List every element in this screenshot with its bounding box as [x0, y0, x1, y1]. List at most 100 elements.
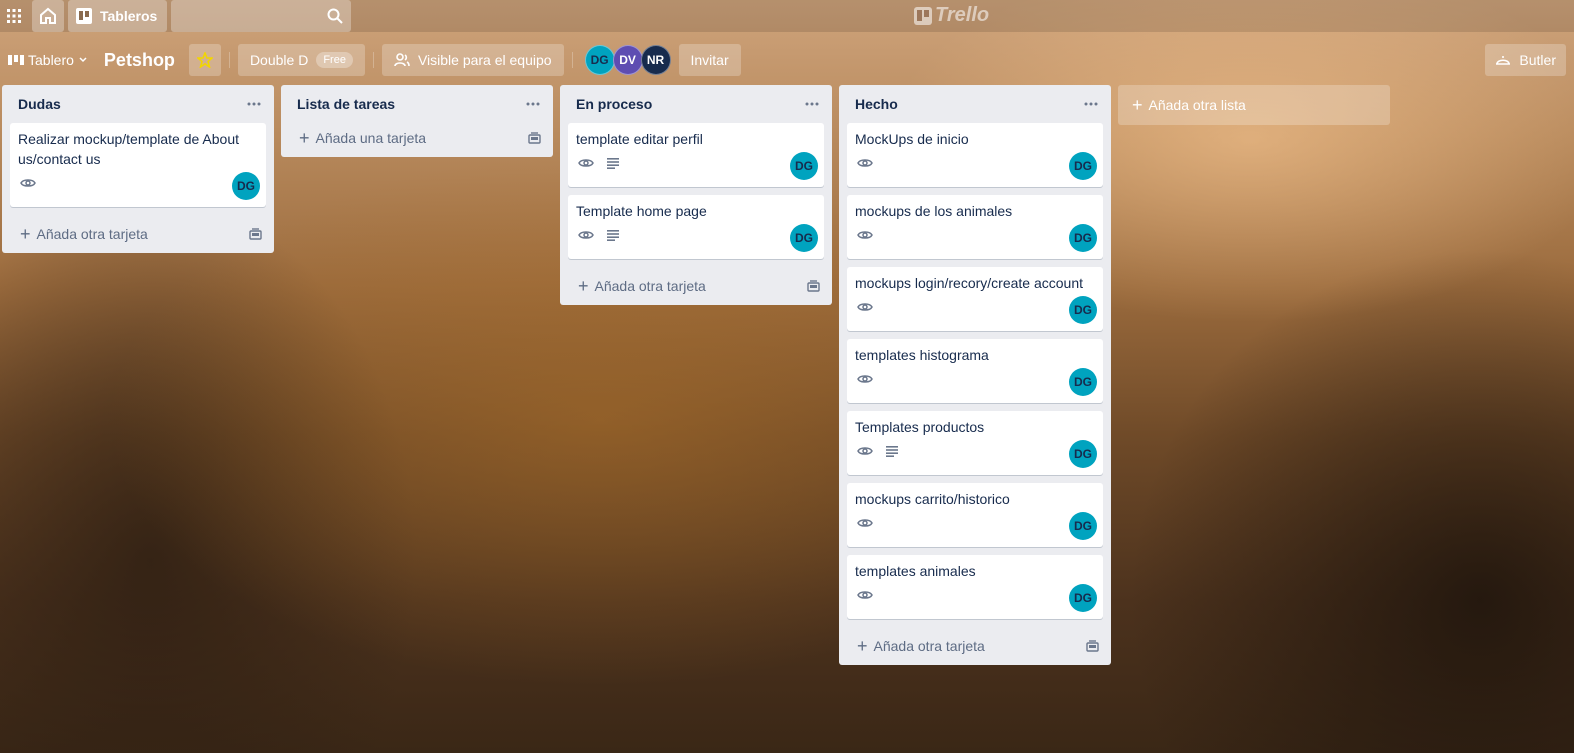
card[interactable]: mockups carrito/historico DG — [847, 483, 1103, 547]
avatar[interactable]: DG — [1069, 512, 1097, 540]
eye-icon — [857, 375, 873, 383]
avatar[interactable]: DG — [1069, 152, 1097, 180]
card-title: templates animales — [855, 563, 976, 579]
card-title: mockups de los animales — [855, 203, 1013, 219]
description-icon — [886, 446, 898, 457]
eye-icon — [578, 231, 594, 239]
search-input[interactable] — [171, 0, 352, 32]
eye-icon — [578, 159, 594, 167]
card-badges — [18, 171, 258, 195]
eye-icon — [857, 447, 873, 455]
visibility-button[interactable]: Visible para el equipo — [381, 44, 564, 76]
list-dudas: Dudas Realizar mockup/template de About … — [2, 85, 274, 253]
template-icon[interactable] — [528, 132, 541, 144]
ellipsis-icon[interactable] — [800, 92, 824, 116]
card-badges — [855, 151, 1095, 175]
team-name: Double D — [249, 52, 309, 68]
search-icon[interactable] — [327, 8, 344, 24]
eye-icon — [20, 179, 36, 187]
butler-icon — [1496, 56, 1511, 65]
board-view-icon — [8, 55, 24, 65]
ellipsis-icon[interactable] — [242, 92, 266, 116]
boards-label: Tableros — [100, 8, 158, 24]
list-header: En proceso — [560, 85, 832, 123]
list-header: Lista de tareas — [281, 85, 553, 123]
card-badges — [576, 151, 816, 175]
add-list-button[interactable]: + Añada otra lista — [1118, 85, 1390, 125]
list-header: Dudas — [2, 85, 274, 123]
list-title[interactable]: Dudas — [18, 96, 61, 112]
add-card-label: Añada otra tarjeta — [36, 226, 148, 242]
boards-button[interactable]: Tableros — [68, 0, 168, 32]
list-hecho: Hecho MockUps de inicio DG mockups de lo… — [839, 85, 1111, 665]
template-icon[interactable] — [249, 228, 262, 240]
card-badges — [855, 367, 1095, 391]
home-icon — [40, 7, 56, 24]
add-card-label: Añada otra tarjeta — [873, 638, 985, 654]
board-header: Tablero Petshop Double D Free Visible pa… — [0, 44, 1574, 76]
avatar[interactable]: DG — [790, 152, 818, 180]
avatar[interactable]: DG — [1069, 584, 1097, 612]
avatar[interactable]: DG — [1069, 296, 1097, 324]
team-button[interactable]: Double D Free — [237, 44, 365, 76]
card-badges — [855, 223, 1095, 247]
star-button[interactable] — [188, 44, 221, 76]
visibility-label: Visible para el equipo — [417, 52, 552, 68]
card-badges — [855, 295, 1095, 319]
plus-icon: + — [20, 224, 31, 244]
card-title: Realizar mockup/template de About us/con… — [18, 131, 240, 167]
view-switcher[interactable]: Tablero — [0, 44, 92, 76]
template-icon[interactable] — [1086, 640, 1099, 652]
avatar[interactable]: DG — [232, 172, 260, 200]
apps-grid-icon[interactable] — [0, 0, 28, 32]
avatar[interactable]: DG — [584, 45, 615, 75]
plan-badge: Free — [316, 52, 353, 68]
team-visibility-icon — [394, 53, 410, 67]
avatar[interactable]: DG — [1069, 368, 1097, 396]
card-title: templates histograma — [855, 347, 989, 363]
card[interactable]: Templates productos DG — [847, 411, 1103, 475]
list-title[interactable]: Lista de tareas — [297, 96, 395, 112]
avatar[interactable]: NR — [640, 45, 671, 75]
description-icon — [607, 158, 619, 169]
add-list-label: Añada otra lista — [1148, 97, 1246, 113]
avatar[interactable]: DV — [612, 45, 643, 75]
chevron-down-icon — [79, 57, 87, 63]
plus-icon: + — [1132, 95, 1143, 115]
trello-logo[interactable]: Trello — [914, 4, 989, 27]
card[interactable]: templates histograma DG — [847, 339, 1103, 403]
divider — [228, 52, 230, 68]
add-card-button[interactable]: + Añada otra tarjeta — [839, 627, 1111, 665]
ellipsis-icon[interactable] — [521, 92, 545, 116]
card-badges — [576, 223, 816, 247]
avatar[interactable]: DG — [1069, 440, 1097, 468]
card-title: MockUps de inicio — [855, 131, 969, 147]
card[interactable]: template editar perfil DG — [568, 123, 824, 187]
avatar[interactable]: DG — [1069, 224, 1097, 252]
eye-icon — [857, 303, 873, 311]
trello-logo-icon — [914, 6, 932, 25]
add-card-button[interactable]: + Añada otra tarjeta — [560, 267, 832, 305]
list-title[interactable]: En proceso — [576, 96, 652, 112]
ellipsis-icon[interactable] — [1079, 92, 1103, 116]
board-title[interactable]: Petshop — [104, 44, 185, 76]
butler-label: Butler — [1519, 52, 1556, 68]
avatar[interactable]: DG — [790, 224, 818, 252]
card-badges — [855, 583, 1095, 607]
top-header: Tableros Trello — [0, 0, 1574, 32]
card[interactable]: Realizar mockup/template de About us/con… — [10, 123, 266, 207]
description-icon — [607, 230, 619, 241]
invite-button[interactable]: Invitar — [678, 44, 741, 76]
card[interactable]: Template home page DG — [568, 195, 824, 259]
card[interactable]: mockups login/recory/create account DG — [847, 267, 1103, 331]
template-icon[interactable] — [807, 280, 820, 292]
card[interactable]: mockups de los animales DG — [847, 195, 1103, 259]
butler-button[interactable]: Butler — [1485, 44, 1566, 76]
list-title[interactable]: Hecho — [855, 96, 898, 112]
home-button[interactable] — [32, 0, 64, 32]
add-card-button[interactable]: + Añada una tarjeta — [281, 119, 553, 157]
boards-icon — [76, 8, 92, 24]
add-card-button[interactable]: + Añada otra tarjeta — [2, 215, 274, 253]
card[interactable]: templates animales DG — [847, 555, 1103, 619]
card[interactable]: MockUps de inicio DG — [847, 123, 1103, 187]
